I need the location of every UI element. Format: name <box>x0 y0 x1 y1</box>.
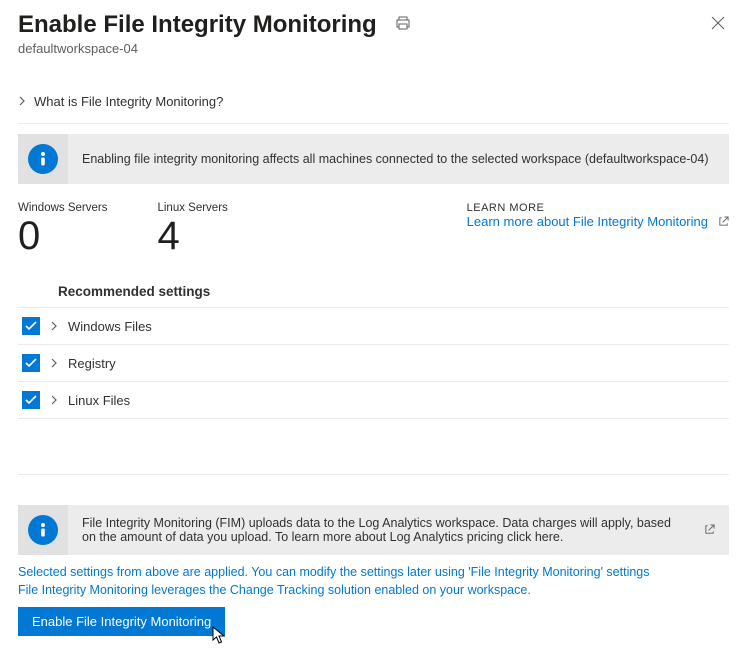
info-banner-affects-machines: Enabling file integrity monitoring affec… <box>18 134 729 184</box>
stat-label: Windows Servers <box>18 202 107 214</box>
learn-more-link[interactable]: Learn more about File Integrity Monitori… <box>467 214 729 229</box>
enable-button-label: Enable File Integrity Monitoring <box>32 614 211 629</box>
chevron-right-icon <box>50 319 58 334</box>
info-icon <box>28 144 58 174</box>
checkbox-checked-icon[interactable] <box>22 317 40 335</box>
chevron-right-icon <box>18 94 26 109</box>
learn-more-link-text: Learn more about File Integrity Monitori… <box>467 214 708 229</box>
close-button[interactable] <box>707 10 729 39</box>
info-banner-text: File Integrity Monitoring (FIM) uploads … <box>68 508 690 552</box>
note-change-tracking: File Integrity Monitoring leverages the … <box>18 583 729 597</box>
expander-label: What is File Integrity Monitoring? <box>34 94 223 109</box>
stat-windows-servers: Windows Servers 0 <box>18 202 107 256</box>
info-banner-data-charges: File Integrity Monitoring (FIM) uploads … <box>18 505 729 555</box>
setting-row-windows-files[interactable]: Windows Files <box>18 307 729 344</box>
info-icon <box>28 515 58 545</box>
stat-value: 4 <box>157 216 227 256</box>
stat-linux-servers: Linux Servers 4 <box>157 202 227 256</box>
setting-row-linux-files[interactable]: Linux Files <box>18 381 729 419</box>
checkbox-checked-icon[interactable] <box>22 354 40 372</box>
workspace-subtitle: defaultworkspace-04 <box>18 41 729 56</box>
chevron-right-icon <box>50 393 58 408</box>
external-link-icon <box>718 216 729 227</box>
checkbox-checked-icon[interactable] <box>22 391 40 409</box>
setting-label: Registry <box>68 356 116 371</box>
cursor-icon <box>211 626 229 646</box>
chevron-right-icon <box>50 356 58 371</box>
note-settings-applied: Selected settings from above are applied… <box>18 565 729 579</box>
print-icon[interactable] <box>395 15 411 34</box>
external-link-icon[interactable] <box>690 523 729 538</box>
setting-label: Linux Files <box>68 393 130 408</box>
page-title: Enable File Integrity Monitoring <box>18 11 377 39</box>
setting-row-registry[interactable]: Registry <box>18 344 729 381</box>
what-is-fim-expander[interactable]: What is File Integrity Monitoring? <box>18 94 729 124</box>
recommended-settings-heading: Recommended settings <box>58 284 729 307</box>
enable-fim-button[interactable]: Enable File Integrity Monitoring <box>18 607 225 636</box>
setting-label: Windows Files <box>68 319 152 334</box>
learn-more-heading: LEARN MORE <box>467 202 729 214</box>
stat-value: 0 <box>18 216 107 256</box>
info-banner-text: Enabling file integrity monitoring affec… <box>68 144 729 174</box>
stat-label: Linux Servers <box>157 202 227 214</box>
